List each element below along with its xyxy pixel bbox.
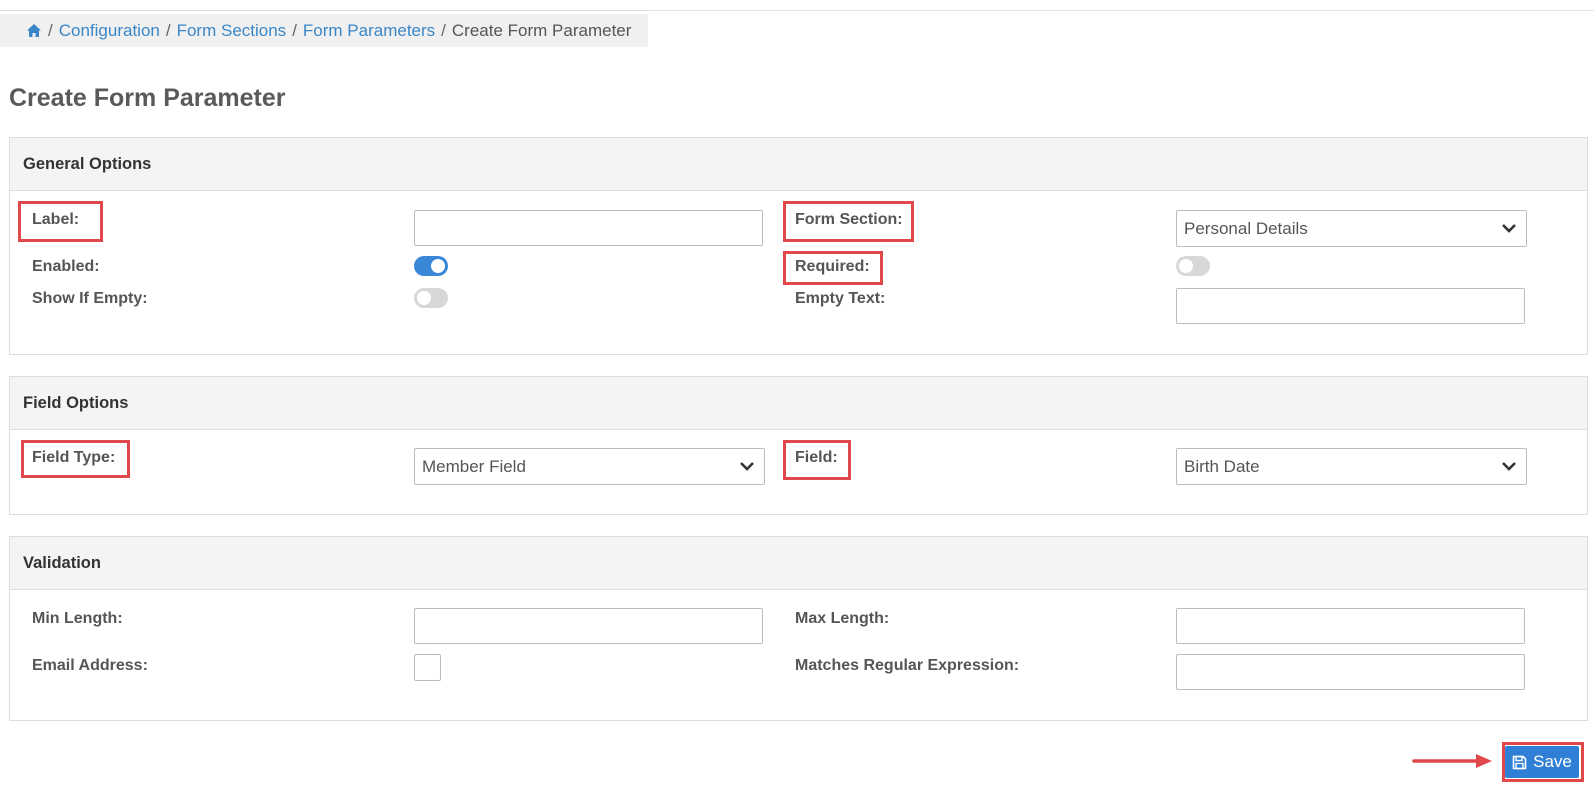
- save-button[interactable]: Save: [1505, 746, 1579, 778]
- regex-label: Matches Regular Expression:: [795, 657, 1020, 674]
- max-length-label: Max Length:: [795, 610, 890, 627]
- max-length-input[interactable]: [1176, 608, 1525, 644]
- form-section-value: Personal Details: [1184, 218, 1308, 238]
- field-type-value: Member Field: [422, 456, 526, 476]
- empty-text-label: Empty Text:: [795, 290, 886, 307]
- page-title: Create Form Parameter: [9, 84, 286, 112]
- field-select[interactable]: Birth Date: [1176, 448, 1527, 485]
- arrow-right-icon: [1412, 754, 1492, 768]
- breadcrumb: / Configuration / Form Sections / Form P…: [0, 14, 648, 47]
- min-length-input[interactable]: [414, 608, 763, 644]
- chevron-down-icon: [740, 462, 754, 471]
- show-if-empty-label: Show If Empty:: [32, 290, 148, 307]
- breadcrumb-separator: /: [165, 20, 171, 40]
- show-if-empty-toggle[interactable]: [414, 288, 448, 308]
- chevron-down-icon: [1502, 462, 1516, 471]
- label-label: Label:: [32, 211, 80, 228]
- chevron-down-icon: [1502, 224, 1516, 233]
- field-type-label: Field Type:: [32, 449, 116, 466]
- field-options-panel: Field Options: [9, 376, 1588, 515]
- validation-heading: Validation: [10, 537, 1587, 590]
- email-address-checkbox[interactable]: [414, 654, 441, 681]
- enabled-label: Enabled:: [32, 258, 100, 275]
- field-options-heading: Field Options: [10, 377, 1587, 430]
- breadcrumb-current: Create Form Parameter: [451, 20, 632, 40]
- breadcrumb-separator: /: [48, 20, 53, 40]
- field-value: Birth Date: [1184, 456, 1260, 476]
- field-label: Field:: [795, 449, 838, 466]
- breadcrumb-form-parameters[interactable]: Form Parameters: [303, 21, 435, 41]
- email-address-label: Email Address:: [32, 657, 148, 674]
- required-label: Required:: [795, 258, 870, 275]
- regex-input[interactable]: [1176, 654, 1525, 690]
- empty-text-input[interactable]: [1176, 288, 1525, 324]
- label-input[interactable]: [414, 210, 763, 246]
- general-options-heading: General Options: [10, 138, 1587, 191]
- enabled-toggle[interactable]: [414, 256, 448, 276]
- top-divider: [0, 10, 1594, 11]
- save-icon: [1512, 755, 1527, 769]
- field-type-select[interactable]: Member Field: [414, 448, 765, 485]
- form-section-select[interactable]: Personal Details: [1176, 210, 1527, 247]
- breadcrumb-separator: /: [292, 20, 297, 40]
- breadcrumb-configuration[interactable]: Configuration: [59, 21, 160, 41]
- breadcrumb-separator: /: [441, 20, 446, 40]
- breadcrumb-form-sections[interactable]: Form Sections: [177, 21, 287, 41]
- home-icon[interactable]: [26, 23, 42, 38]
- form-section-label: Form Section:: [795, 211, 903, 228]
- save-label: Save: [1533, 752, 1572, 771]
- min-length-label: Min Length:: [32, 610, 123, 627]
- required-toggle[interactable]: [1176, 256, 1210, 276]
